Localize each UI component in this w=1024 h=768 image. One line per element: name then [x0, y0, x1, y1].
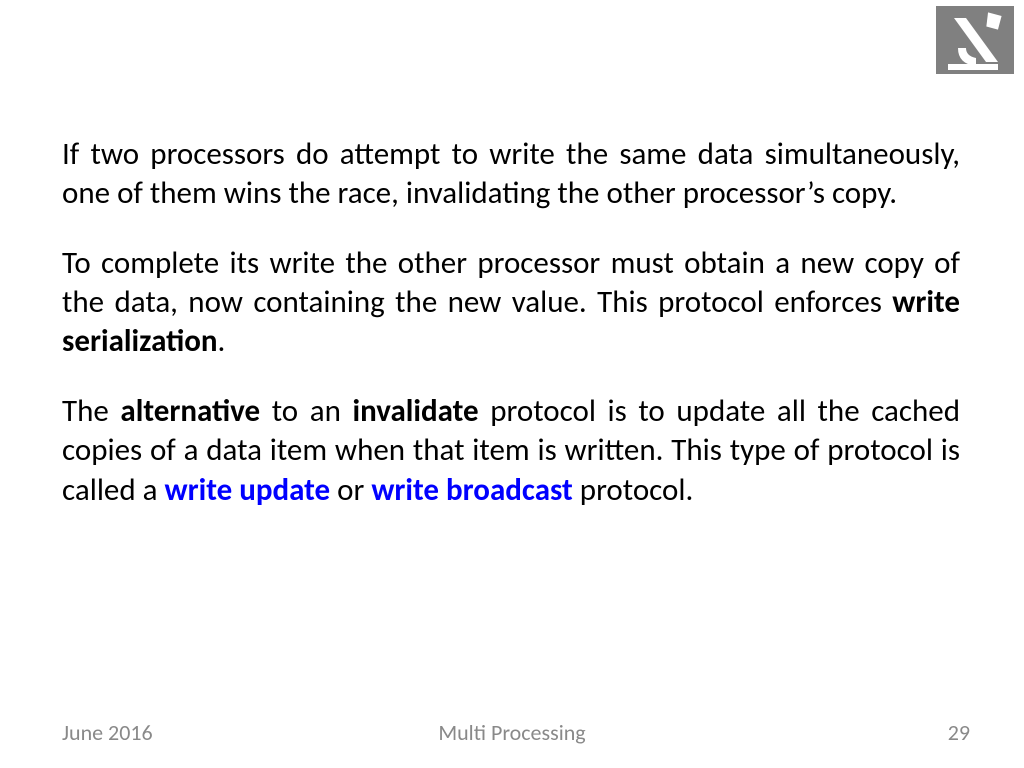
paragraph-1: If two processors do attempt to write th… [62, 135, 960, 214]
paragraph-2-text-2: . [218, 322, 226, 360]
paragraph-1-text: If two processors do attempt to write th… [62, 135, 960, 212]
slide-container: If two processors do attempt to write th… [0, 0, 1024, 768]
paragraph-3-bold-2: invalidate [352, 392, 478, 430]
paragraph-3-blue-2: write broadcast [371, 471, 572, 509]
aleph-logo-icon [936, 6, 1014, 74]
body-text-area: If two processors do attempt to write th… [62, 135, 960, 510]
paragraph-3-blue-1: write update [165, 471, 331, 509]
paragraph-3-bold-1: alternative [120, 392, 260, 430]
paragraph-3-text-4: or [330, 471, 371, 509]
paragraph-3-text-2: to an [260, 392, 352, 430]
footer-page-number: 29 [948, 719, 970, 746]
paragraph-3-text-5: protocol. [573, 471, 694, 509]
footer-area: June 2016 Multi Processing 29 [0, 716, 1024, 746]
footer-title: Multi Processing [0, 719, 1024, 746]
paragraph-2: To complete its write the other processo… [62, 244, 960, 362]
paragraph-3-text-1: The [62, 392, 120, 430]
paragraph-3: The alternative to an invalidate protoco… [62, 392, 960, 510]
paragraph-2-text-1: To complete its write the other processo… [62, 244, 960, 321]
